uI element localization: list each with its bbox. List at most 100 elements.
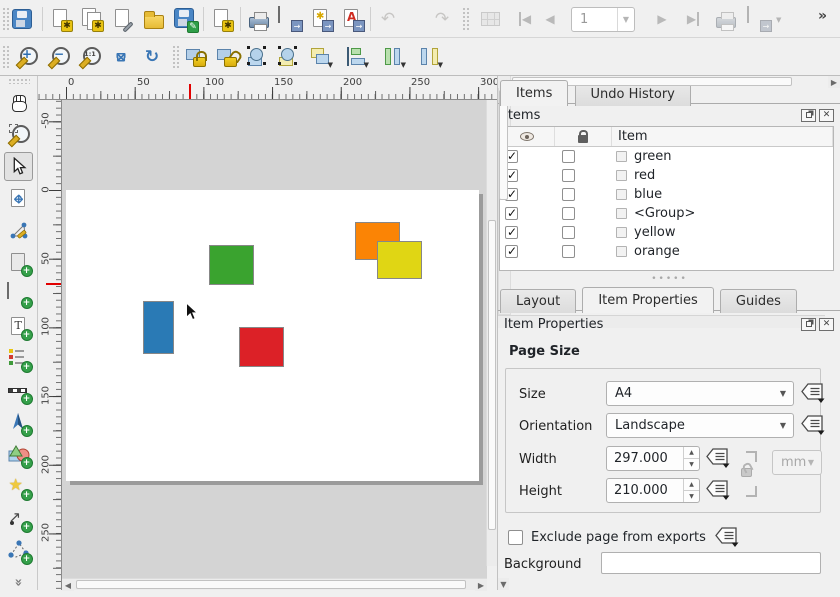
page-number-input[interactable] (572, 12, 612, 27)
toolbar-drag-handle[interactable] (8, 78, 30, 84)
item-column-header[interactable]: Item (612, 127, 833, 146)
size-combo[interactable]: A4▼ (606, 381, 794, 406)
toolbar-drag-handle[interactable] (172, 45, 179, 69)
unlock-all-items-button[interactable] (213, 43, 241, 71)
toolbar-overflow-button[interactable]: » (818, 8, 827, 24)
spin-up-icon[interactable]: ▲ (684, 479, 699, 491)
scroll-right-arrow[interactable]: ▶ (475, 579, 487, 591)
layout-manager-button[interactable] (109, 5, 137, 33)
add-items-from-template-button[interactable] (208, 5, 236, 33)
export-atlas-dropdown-arrow[interactable]: ▼ (776, 16, 781, 24)
exclude-page-checkbox[interactable] (508, 530, 523, 545)
item-checkbox[interactable] (616, 151, 627, 162)
atlas-previous-feature-button[interactable]: ◀ (536, 5, 564, 33)
zoom-out-button[interactable]: − (45, 43, 73, 71)
add-picture-button[interactable] (4, 280, 33, 309)
layout-item-blue[interactable] (143, 301, 174, 354)
dock-splitter[interactable]: ••••• (498, 274, 840, 284)
link-width-height-icon[interactable] (741, 451, 759, 497)
refresh-button[interactable]: ↻ (138, 43, 166, 71)
height-data-defined-button[interactable] (705, 479, 731, 501)
more-tools-button[interactable]: » (4, 568, 33, 597)
scroll-right-arrow[interactable]: ▶ (828, 76, 840, 88)
atlas-page-number-box[interactable]: ▼ (571, 7, 635, 32)
lock-checkbox[interactable] (562, 188, 575, 201)
spin-up-icon[interactable]: ▲ (684, 447, 699, 459)
tab-item-properties[interactable]: Item Properties (582, 287, 713, 313)
item-checkbox[interactable] (616, 246, 627, 257)
add-arrow-button[interactable]: ↗ (4, 504, 33, 533)
dock-float-button[interactable] (801, 109, 816, 122)
item-checkbox[interactable] (616, 170, 627, 181)
lock-checkbox[interactable] (562, 226, 575, 239)
height-spinbox[interactable]: 210.000 ▲▼ (606, 478, 700, 503)
print-button[interactable] (245, 5, 273, 33)
export-pdf-button[interactable]: A (338, 5, 366, 33)
save-as-template-button[interactable] (171, 5, 199, 33)
canvas-horizontal-scrollbar[interactable]: ◀ ▶ (62, 578, 487, 590)
pan-tool-button[interactable] (4, 88, 33, 117)
save-project-button[interactable] (8, 5, 36, 33)
exclude-data-defined-button[interactable] (714, 526, 740, 548)
add-shape-button[interactable]: ▼ (4, 440, 33, 469)
units-combo[interactable]: mm▼ (772, 450, 822, 475)
raise-items-button[interactable]: ▼ (306, 43, 334, 71)
tab-items[interactable]: Items (500, 80, 568, 106)
lock-checkbox[interactable] (562, 150, 575, 163)
orientation-data-defined-button[interactable] (800, 414, 826, 436)
toolbar-drag-handle[interactable] (2, 45, 9, 69)
orientation-combo[interactable]: Landscape▼ (606, 413, 794, 438)
items-row-blue[interactable]: blue (500, 185, 833, 204)
edit-nodes-tool-button[interactable] (4, 216, 33, 245)
export-svg-button[interactable]: ✱ (307, 5, 335, 33)
print-atlas-button[interactable] (712, 5, 740, 33)
scroll-left-arrow[interactable]: ◀ (62, 579, 74, 591)
scroll-down-arrow[interactable]: ▼ (498, 578, 509, 590)
tab-layout[interactable]: Layout (500, 289, 576, 313)
resize-items-button[interactable]: ▼ (416, 43, 444, 71)
redo-button[interactable]: ↷ (428, 5, 456, 33)
add-page-button[interactable] (4, 248, 33, 277)
add-legend-button[interactable] (4, 344, 33, 373)
lock-column-header[interactable] (555, 127, 612, 146)
add-marker-button[interactable]: ★ (4, 472, 33, 501)
duplicate-layout-button[interactable] (78, 5, 106, 33)
layout-viewport[interactable] (62, 100, 487, 578)
items-row-orange[interactable]: orange (500, 242, 833, 261)
width-spinbox[interactable]: 297.000 ▲▼ (606, 446, 700, 471)
spin-down-icon[interactable]: ▼ (684, 491, 699, 502)
visibility-checkbox[interactable] (505, 245, 518, 258)
lock-checkbox[interactable] (562, 245, 575, 258)
add-north-arrow-button[interactable] (4, 408, 33, 437)
add-label-button[interactable]: T (4, 312, 33, 341)
add-node-item-button[interactable] (4, 536, 33, 565)
undo-button[interactable]: ↶ (374, 5, 402, 33)
zoom-full-button[interactable]: ↔↔ (107, 43, 135, 71)
select-item-in-group-button[interactable] (244, 43, 272, 71)
tab-guides[interactable]: Guides (720, 289, 797, 313)
zoom-in-button[interactable]: + (13, 43, 41, 71)
dock-close-button[interactable]: ✕ (819, 318, 834, 331)
edit-group-button[interactable] (275, 43, 303, 71)
canvas-vertical-scrollbar[interactable] (486, 100, 497, 566)
scrollbar-thumb[interactable] (499, 90, 508, 200)
dock-close-button[interactable]: ✕ (819, 109, 834, 122)
background-color-button[interactable] (601, 552, 821, 574)
scrollbar-thumb[interactable] (488, 220, 496, 530)
zoom-actual-button[interactable]: 1:1 (76, 43, 104, 71)
distribute-items-button[interactable]: ▼ (379, 43, 407, 71)
open-button[interactable] (140, 5, 168, 33)
layout-item-green[interactable] (209, 245, 254, 285)
export-image-button[interactable] (276, 5, 304, 33)
new-layout-button[interactable] (47, 5, 75, 33)
atlas-first-feature-button[interactable]: ◀ (511, 5, 539, 33)
atlas-next-feature-button[interactable]: ▶ (648, 5, 676, 33)
width-data-defined-button[interactable] (705, 447, 731, 469)
page-number-dropdown[interactable]: ▼ (617, 8, 634, 31)
items-row-yellow[interactable]: yellow (500, 223, 833, 242)
spin-buttons[interactable]: ▲▼ (683, 479, 699, 502)
select-move-item-tool-button[interactable] (4, 152, 33, 181)
lock-checkbox[interactable] (562, 207, 575, 220)
visibility-checkbox[interactable] (505, 226, 518, 239)
align-items-button[interactable]: ▼ (342, 43, 370, 71)
